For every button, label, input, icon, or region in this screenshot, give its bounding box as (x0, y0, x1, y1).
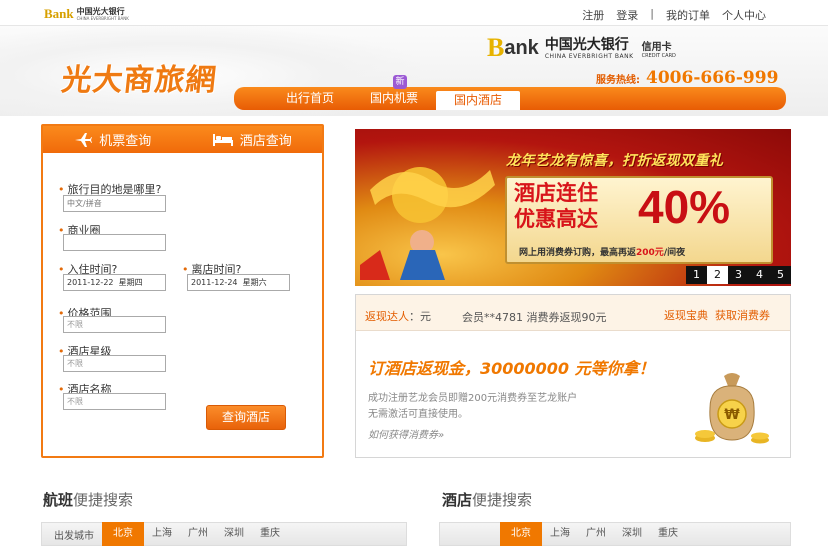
destination-input[interactable] (63, 195, 166, 212)
everbright-bank-logo[interactable]: B ank 中国光大银行 CHINA EVERBRIGHT BANK 信用卡 C… (487, 35, 676, 61)
cashback-headline[interactable]: 订酒店返现金，30000000 元等你拿！ (368, 355, 655, 379)
hotel-name-input[interactable] (63, 393, 166, 410)
main-nav: 出行首页 国内机票 国内酒店 (234, 87, 786, 110)
banner-percent: 40% (638, 181, 731, 233)
checkout-date-input[interactable] (187, 274, 290, 291)
flight-quick-title-bold: 航班 (43, 491, 74, 509)
hotel-quick-title-bold: 酒店 (442, 491, 473, 509)
coin-symbol: ₩ (724, 407, 740, 423)
divider: | (650, 7, 654, 20)
hotline-number: 4006-666-999 (646, 68, 779, 88)
bed-icon (212, 133, 233, 146)
mini-logo-en: CHINA EVERBRIGHT BANK (76, 15, 129, 21)
flight-quick-title-rest: 便捷搜索 (73, 491, 134, 509)
my-orders-link[interactable]: 我的订单 (666, 7, 710, 23)
flight-city-bar: 出发城市 北京 上海 广州 深圳 重庆 (41, 522, 407, 546)
service-hotline: 服务热线: 4006-666-999 (596, 68, 778, 88)
search-tabs: 机票查询 酒店查询 (43, 126, 322, 153)
departure-city-label: 出发城市 (54, 530, 94, 542)
tab-travel-home[interactable]: 出行首页 (268, 87, 352, 110)
banner-page-3[interactable]: 3 (728, 266, 749, 284)
cashback-label-text: 返现达人 (365, 310, 409, 323)
hotel-search-label: 酒店查询 (239, 134, 292, 149)
flight-city-shenzhen[interactable]: 深圳 (216, 522, 252, 546)
hotel-city-shenzhen[interactable]: 深圳 (614, 522, 650, 546)
cashback-desc-line2: 无需激活可直接使用。 (368, 409, 468, 420)
banner-subtext-prefix: 网上用消费券订购，最高再返 (519, 248, 637, 258)
hotel-quick-search-title: 酒店便捷搜索 (442, 489, 532, 510)
cashback-label-suffix: ：元 (409, 310, 431, 323)
bank-wordmark: ank (504, 36, 539, 59)
banner-line1: 酒店连住 (514, 181, 598, 205)
hotel-city-shanghai[interactable]: 上海 (542, 522, 578, 546)
bank-b-icon: Bank (44, 6, 74, 21)
flight-city-chongqing[interactable]: 重庆 (252, 522, 288, 546)
cashback-links: 返现宝典 获取消费券 (664, 307, 770, 323)
get-coupon-link[interactable]: 获取消费券 (715, 307, 770, 323)
cashback-guide-link[interactable]: 返现宝典 (664, 307, 708, 323)
card-label-en: CREDIT CARD (641, 52, 676, 59)
tab-domestic-flights[interactable]: 国内机票 (352, 87, 436, 110)
flight-quick-search-title: 航班便捷搜索 (43, 489, 133, 510)
banner-page-2[interactable]: 2 (707, 266, 728, 284)
how-to-get-coupon-link[interactable]: 如何获得消费券» (368, 426, 444, 441)
hotel-quick-title-rest: 便捷搜索 (472, 491, 533, 509)
hotel-city-guangzhou[interactable]: 广州 (578, 522, 614, 546)
mini-logo-cn: 中国光大银行 (76, 6, 125, 16)
hotel-city-chongqing[interactable]: 重庆 (650, 522, 686, 546)
banner-page-4[interactable]: 4 (749, 266, 770, 284)
money-bag-icon: ₩ (695, 373, 769, 444)
checkin-date-input[interactable] (63, 274, 166, 291)
cashback-desc-line1: 成功注册艺龙会员即赠200元消费券至艺龙账户 (368, 393, 578, 404)
site-logo[interactable]: 光大商旅網 (60, 55, 220, 99)
credit-card-label: 信用卡 CREDIT CARD (642, 38, 676, 59)
hotline-label: 服务热线: (596, 75, 640, 86)
top-links: 注册 登录 | 我的订单 个人中心 (582, 7, 766, 23)
bank-name-cn: 中国光大银行 (544, 36, 629, 53)
mini-bank-logo[interactable]: Bank 中国光大银行 CHINA EVERBRIGHT BANK (44, 6, 129, 22)
price-select[interactable] (63, 316, 166, 333)
banner-line2: 优惠高达 (514, 207, 598, 231)
flight-city-shanghai[interactable]: 上海 (144, 522, 180, 546)
login-link[interactable]: 登录 (616, 7, 638, 23)
flight-city-beijing[interactable]: 北京 (102, 522, 144, 546)
hotel-city-bar: 北京 上海 广州 深圳 重庆 (439, 522, 791, 546)
bank-name-en: CHINA EVERBRIGHT BANK (544, 52, 634, 60)
cashback-label: 返现达人：元 (365, 308, 431, 324)
cashback-member-ticker: 会员**4781 消费券返现90元 (462, 311, 607, 324)
bank-b-icon: B (487, 33, 505, 62)
hotel-city-beijing[interactable]: 北京 (500, 522, 542, 546)
user-center-link[interactable]: 个人中心 (722, 7, 766, 23)
search-hotel-button[interactable]: 查询酒店 (206, 405, 286, 430)
star-select[interactable] (63, 355, 166, 372)
banner-page-1[interactable]: 1 (686, 266, 707, 284)
banner-page-5[interactable]: 5 (770, 266, 791, 284)
flight-search-label: 机票查询 (99, 134, 152, 149)
banner-subtext-amount: 200元 (636, 248, 664, 258)
airplane-icon (75, 132, 93, 147)
register-link[interactable]: 注册 (582, 7, 604, 23)
dragon-dance-illustration (360, 167, 495, 280)
banner-subtext: 网上用消费券订购，最高再返200元/间夜 (519, 245, 685, 258)
new-badge: 新 (393, 75, 407, 89)
banner-subtext-suffix: /间夜 (663, 248, 686, 258)
tab-domestic-hotels[interactable]: 国内酒店 (436, 91, 521, 110)
tab-hotel-search[interactable]: 酒店查询 (183, 126, 323, 153)
mini-logo-text: 中国光大银行 CHINA EVERBRIGHT BANK (76, 6, 129, 21)
tab-flight-search[interactable]: 机票查询 (43, 126, 183, 153)
flight-city-guangzhou[interactable]: 广州 (180, 522, 216, 546)
card-label-cn: 信用卡 (641, 41, 672, 53)
banner-pagination: 1 2 3 4 5 (686, 266, 791, 284)
banner-title: 龙年艺龙有惊喜，打折返现双重礼 (506, 153, 724, 169)
district-input[interactable] (63, 234, 166, 251)
bank-name: 中国光大银行 CHINA EVERBRIGHT BANK (545, 37, 634, 60)
